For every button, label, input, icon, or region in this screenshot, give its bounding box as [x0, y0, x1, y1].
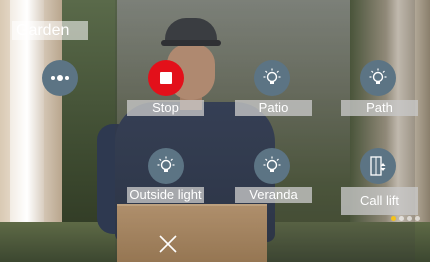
path-button[interactable]	[360, 60, 396, 96]
page-dot[interactable]	[415, 216, 420, 221]
stop-button[interactable]	[148, 60, 184, 96]
camera-feed-overlay	[115, 0, 415, 262]
lightbulb-icon	[369, 68, 387, 84]
page-indicator	[391, 216, 420, 224]
outside-light-button[interactable]	[148, 148, 184, 184]
path-label: Path	[341, 100, 418, 116]
close-button[interactable]	[156, 232, 180, 256]
stop-label: Stop	[127, 100, 204, 116]
patio-label: Patio	[235, 100, 312, 116]
lightbulb-icon	[263, 68, 281, 84]
outside-light-label: Outside light	[127, 187, 204, 203]
call-lift-label: Call lift	[341, 187, 418, 215]
patio-button[interactable]	[254, 60, 290, 96]
veranda-button[interactable]	[254, 148, 290, 184]
elevator-icon	[370, 156, 386, 176]
call-lift-button[interactable]	[360, 148, 396, 184]
close-icon	[159, 235, 177, 253]
page-title: Garden	[12, 21, 88, 40]
lightbulb-icon	[263, 156, 281, 172]
stop-icon	[160, 72, 172, 84]
veranda-label: Veranda	[235, 187, 312, 203]
dots-icon	[51, 75, 69, 81]
more-button[interactable]	[42, 60, 78, 96]
page-dot[interactable]	[407, 216, 412, 221]
page-dot-active[interactable]	[391, 216, 396, 221]
intercom-screen: Garden Stop Patio Path Outside light Ver…	[0, 0, 430, 262]
lightbulb-icon	[157, 156, 175, 172]
page-dot[interactable]	[399, 216, 404, 221]
